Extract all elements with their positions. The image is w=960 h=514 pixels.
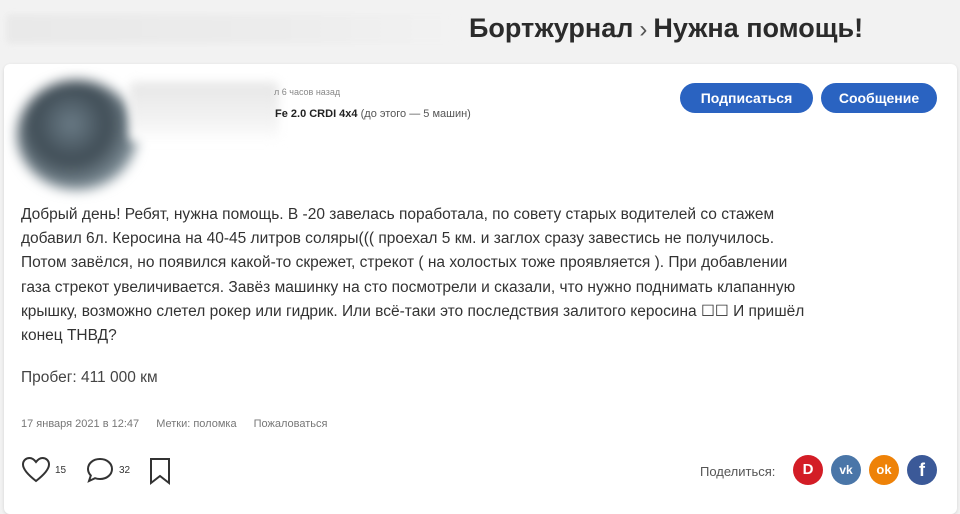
breadcrumb-separator: › — [639, 16, 648, 43]
drive-share-letter: D — [802, 461, 814, 478]
blurred-header-area — [6, 14, 456, 44]
post-time-ago: л 6 часов назад — [274, 87, 341, 97]
avatar[interactable] — [17, 80, 137, 190]
facebook-share-letter: f — [919, 460, 925, 480]
car-previous-count: (до этого — 5 машин) — [360, 108, 471, 120]
breadcrumb-parent[interactable]: Бортжурнал — [469, 13, 633, 43]
subscribe-button[interactable]: Подписаться — [680, 83, 813, 113]
vk-share-letter: vk — [839, 463, 853, 477]
like-count: 15 — [55, 464, 67, 476]
post-tags[interactable]: Метки: поломка — [156, 418, 236, 430]
drive-share-icon[interactable]: D — [793, 455, 823, 485]
ok-share-letter: ok — [876, 462, 892, 477]
post-date: 17 января 2021 в 12:47 — [21, 418, 140, 430]
comments-button[interactable]: 32 — [85, 456, 130, 484]
post-meta: 17 января 2021 в 12:47 Метки: поломка По… — [21, 418, 341, 430]
page-title: Бортжурнал › Нужна помощь! — [469, 10, 863, 46]
post-card: л 6 часов назад Fe 2.0 CRDI 4x4 (до этог… — [4, 64, 957, 514]
facebook-share-icon[interactable]: f — [907, 455, 937, 485]
vk-share-icon[interactable]: vk — [831, 455, 861, 485]
post-title: Нужна помощь! — [653, 13, 864, 43]
heart-icon — [21, 456, 51, 484]
car-info[interactable]: Fe 2.0 CRDI 4x4 (до этого — 5 машин) — [275, 108, 471, 120]
comment-bubble-icon — [85, 456, 115, 484]
mileage-text: Пробег: 411 000 км — [21, 369, 158, 386]
bookmark-button[interactable] — [147, 456, 173, 486]
car-name[interactable]: Fe 2.0 CRDI 4x4 — [275, 108, 358, 120]
ok-share-icon[interactable]: ok — [869, 455, 899, 485]
report-link[interactable]: Пожаловаться — [254, 418, 328, 430]
author-name-blurred — [129, 82, 279, 142]
comment-count: 32 — [119, 464, 131, 476]
share-label: Поделиться: — [700, 464, 776, 479]
like-button[interactable]: 15 — [21, 456, 66, 484]
message-button[interactable]: Сообщение — [821, 83, 937, 113]
post-body-text: Добрый день! Ребят, нужна помощь. В -20 … — [21, 206, 805, 345]
bookmark-icon — [147, 456, 173, 486]
